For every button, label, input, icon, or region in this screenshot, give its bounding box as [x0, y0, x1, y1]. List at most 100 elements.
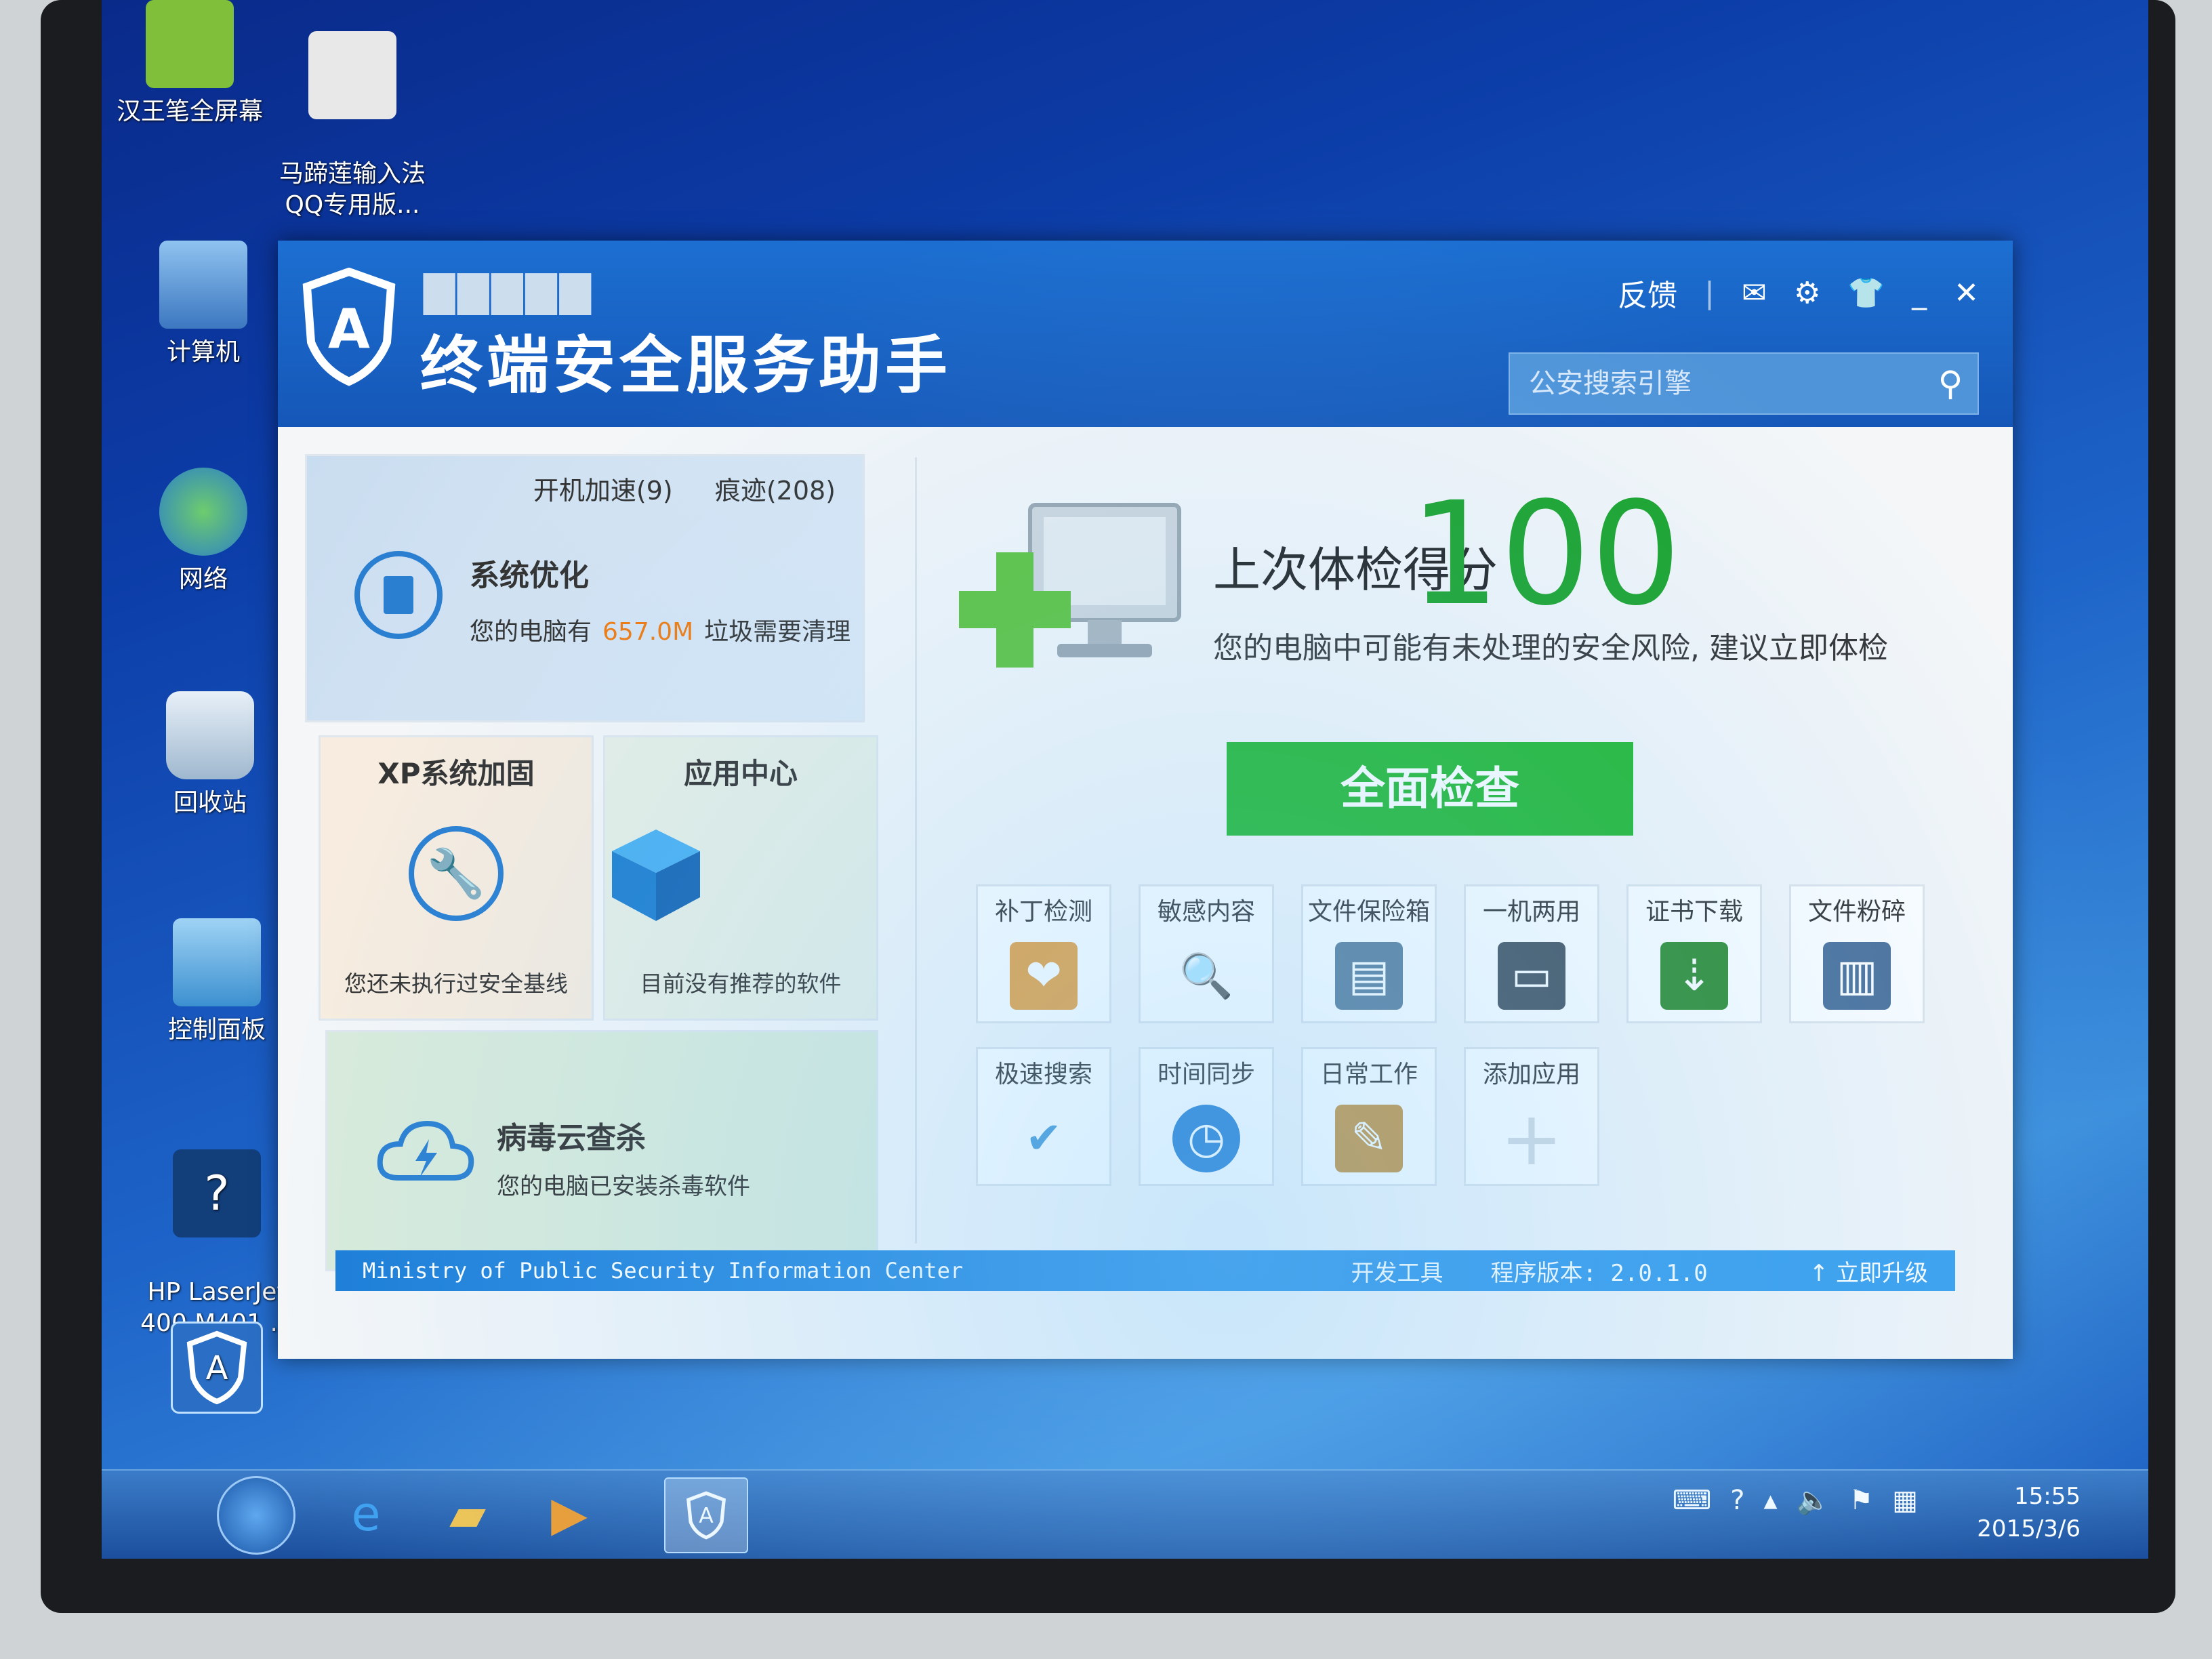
clock-time: 15:55 — [2014, 1483, 2081, 1510]
clipboard-icon: ✎ — [1335, 1105, 1403, 1172]
status-bar: Ministry of Public Security Information … — [335, 1250, 1955, 1291]
dev-tools-link[interactable]: 开发工具 — [1351, 1254, 1443, 1288]
optimize-desc: 您的电脑有 657.0M 垃圾需要清理 — [470, 612, 851, 647]
shredder-icon: ▥ — [1823, 942, 1891, 1010]
tool-label: 敏感内容 — [1157, 898, 1255, 926]
keyboard-icon[interactable]: ⌨ — [1672, 1485, 1711, 1516]
plus-icon: + — [1500, 1095, 1563, 1182]
svg-text:A: A — [206, 1349, 228, 1387]
desktop-icon-label: 控制面板 — [167, 1016, 266, 1044]
security-shield-icon: A — [171, 1322, 263, 1414]
tool-label: 添加应用 — [1482, 1061, 1580, 1088]
tool-file-shredder[interactable]: 文件粉碎 ▥ — [1789, 884, 1925, 1023]
app-center-card[interactable]: 应用中心 目前没有推荐的软件 — [603, 735, 878, 1021]
desktop-icon-label: 网络 — [178, 565, 228, 593]
feedback-link[interactable]: 反馈 — [1618, 271, 1677, 314]
ime-icon — [308, 31, 396, 119]
optimize-title: 系统优化 — [470, 558, 589, 593]
boot-speedup-link[interactable]: 开机加速(9) — [533, 476, 673, 506]
desktop-icon-computer[interactable]: 计算机 — [115, 241, 291, 368]
taskbar-security-assistant[interactable]: A — [664, 1477, 748, 1553]
ie-icon[interactable]: e — [325, 1477, 407, 1551]
search-icon[interactable]: ⚲ — [1923, 364, 1978, 403]
system-tray: ⌨ ? ▴ 🔈 ⚑ ▦ — [1672, 1484, 1918, 1517]
network-tray-icon[interactable]: ▦ — [1892, 1485, 1918, 1516]
version-label: 程序版本: 2.0.1.0 — [1490, 1259, 1708, 1287]
tool-label: 一机两用 — [1482, 898, 1580, 926]
cube-icon — [612, 830, 700, 921]
xp-hardening-card[interactable]: XP系统加固 🔧 您还未执行过安全基线 — [319, 735, 594, 1021]
tool-file-safe[interactable]: 文件保险箱 ▤ — [1301, 884, 1437, 1023]
tool-sensitive-content[interactable]: 敏感内容 🔍 — [1139, 884, 1274, 1023]
app-logo-shield-icon: A — [302, 268, 396, 386]
close-icon[interactable]: ✕ — [1954, 276, 1979, 310]
svg-text:A: A — [699, 1504, 714, 1528]
upgrade-label: 立即升级 — [1836, 1259, 1928, 1287]
desktop-icon-label: 计算机 — [166, 338, 240, 366]
xp-desc: 您还未执行过安全基线 — [344, 970, 568, 997]
media-player-icon[interactable]: ▶ — [529, 1477, 610, 1551]
patch-box-icon: ❤ — [1010, 942, 1078, 1010]
help-icon[interactable]: ? — [1730, 1485, 1744, 1516]
blurred-org-name: ▇▇▇▇▇ — [424, 268, 594, 315]
desktop-icon-label: 马蹄莲输入法 QQ专用版... — [279, 160, 426, 219]
volume-icon[interactable]: 🔈 — [1797, 1484, 1830, 1516]
tool-add-app[interactable]: 添加应用 + — [1464, 1047, 1599, 1186]
window-controls: 反馈 | ✉ ⚙ 👕 _ ✕ — [1618, 271, 1979, 314]
network-icon — [159, 468, 247, 556]
mail-icon[interactable]: ✉ — [1742, 276, 1767, 310]
cloud-lightning-icon — [377, 1120, 474, 1181]
tool-daily-work[interactable]: 日常工作 ✎ — [1301, 1047, 1437, 1186]
app-title: 终端安全服务助手 — [420, 329, 952, 402]
tool-patch-check[interactable]: 补丁检测 ❤ — [976, 884, 1111, 1023]
tool-dual-use[interactable]: 一机两用 ▭ — [1464, 884, 1599, 1023]
file-safe-icon: ▤ — [1335, 942, 1403, 1010]
fast-search-icon: ✔ — [1025, 1113, 1062, 1164]
traces-link[interactable]: 痕迹(208) — [715, 476, 836, 506]
action-center-flag-icon[interactable]: ⚑ — [1849, 1485, 1873, 1516]
desktop-icon-network[interactable]: 网络 — [115, 468, 291, 595]
desktop-icon-recycle-bin[interactable]: 回收站 — [122, 691, 298, 819]
show-hidden-icons[interactable]: ▴ — [1763, 1485, 1777, 1516]
printer-help-icon: ? — [173, 1149, 261, 1237]
gear-icon[interactable]: ⚙ — [1794, 276, 1820, 310]
org-name: Ministry of Public Security Information … — [363, 1258, 964, 1284]
start-button[interactable] — [217, 1476, 295, 1555]
pen-tablet-icon — [146, 0, 234, 88]
minimize-button[interactable]: _ — [1912, 276, 1927, 310]
folder-icon[interactable]: ▰ — [427, 1477, 508, 1551]
clock[interactable]: 15:55 2015/3/6 — [1977, 1480, 2081, 1545]
system-optimize-card[interactable]: 开机加速(9) 痕迹(208) 系统优化 您的电脑有 657.0M 垃圾需要清理 — [305, 454, 865, 722]
trash-icon — [354, 551, 443, 639]
tool-label: 日常工作 — [1319, 1061, 1418, 1088]
desktop-icon-hanwang[interactable]: 汉王笔全屏幕 — [102, 0, 278, 127]
skin-shirt-icon[interactable]: 👕 — [1847, 275, 1885, 310]
score-value: 100 — [1410, 471, 1681, 637]
recycle-bin-icon — [166, 691, 254, 779]
tool-cert-download[interactable]: 证书下载 ⇣ — [1626, 884, 1762, 1023]
optimize-links: 开机加速(9) 痕迹(208) — [499, 470, 836, 507]
tool-fast-search[interactable]: 极速搜索 ✔ — [976, 1047, 1111, 1186]
tool-label: 文件粉碎 — [1807, 898, 1906, 926]
desc-prefix: 您的电脑有 — [470, 618, 592, 646]
desktop-icon-ime[interactable]: 马蹄莲输入法 QQ专用版... — [264, 0, 441, 221]
tool-label: 证书下载 — [1645, 898, 1743, 926]
desktop-icon-label: 回收站 — [173, 789, 247, 817]
risk-message: 您的电脑中可能有未处理的安全风险, 建议立即体检 — [1213, 631, 1888, 665]
panel-divider — [915, 457, 917, 1244]
search-input[interactable] — [1510, 367, 1923, 400]
tool-label: 文件保险箱 — [1307, 898, 1430, 926]
upgrade-link[interactable]: ↑ 立即升级 — [1809, 1254, 1928, 1288]
clock-date: 2015/3/6 — [1977, 1515, 2081, 1542]
clock-icon: ◷ — [1172, 1105, 1240, 1172]
taskbar: e ▰ ▶ A ⌨ ? ▴ 🔈 ⚑ ▦ 15:55 2015/3/6 — [102, 1469, 2148, 1559]
tool-label: 时间同步 — [1157, 1061, 1255, 1088]
tool-time-sync[interactable]: 时间同步 ◷ — [1139, 1047, 1274, 1186]
virus-cloud-card[interactable]: 病毒云查杀 您的电脑已安装杀毒软件 — [325, 1030, 878, 1271]
wrench-icon: 🔧 — [409, 826, 504, 921]
computer-icon — [159, 241, 247, 329]
tool-label: 补丁检测 — [994, 898, 1092, 926]
junk-size: 657.0M — [602, 618, 694, 646]
security-assistant-window: A ▇▇▇▇▇ 终端安全服务助手 反馈 | ✉ ⚙ 👕 _ ✕ ⚲ 开机加速(9… — [278, 241, 2013, 1359]
full-scan-button[interactable]: 全面检查 — [1227, 742, 1633, 836]
